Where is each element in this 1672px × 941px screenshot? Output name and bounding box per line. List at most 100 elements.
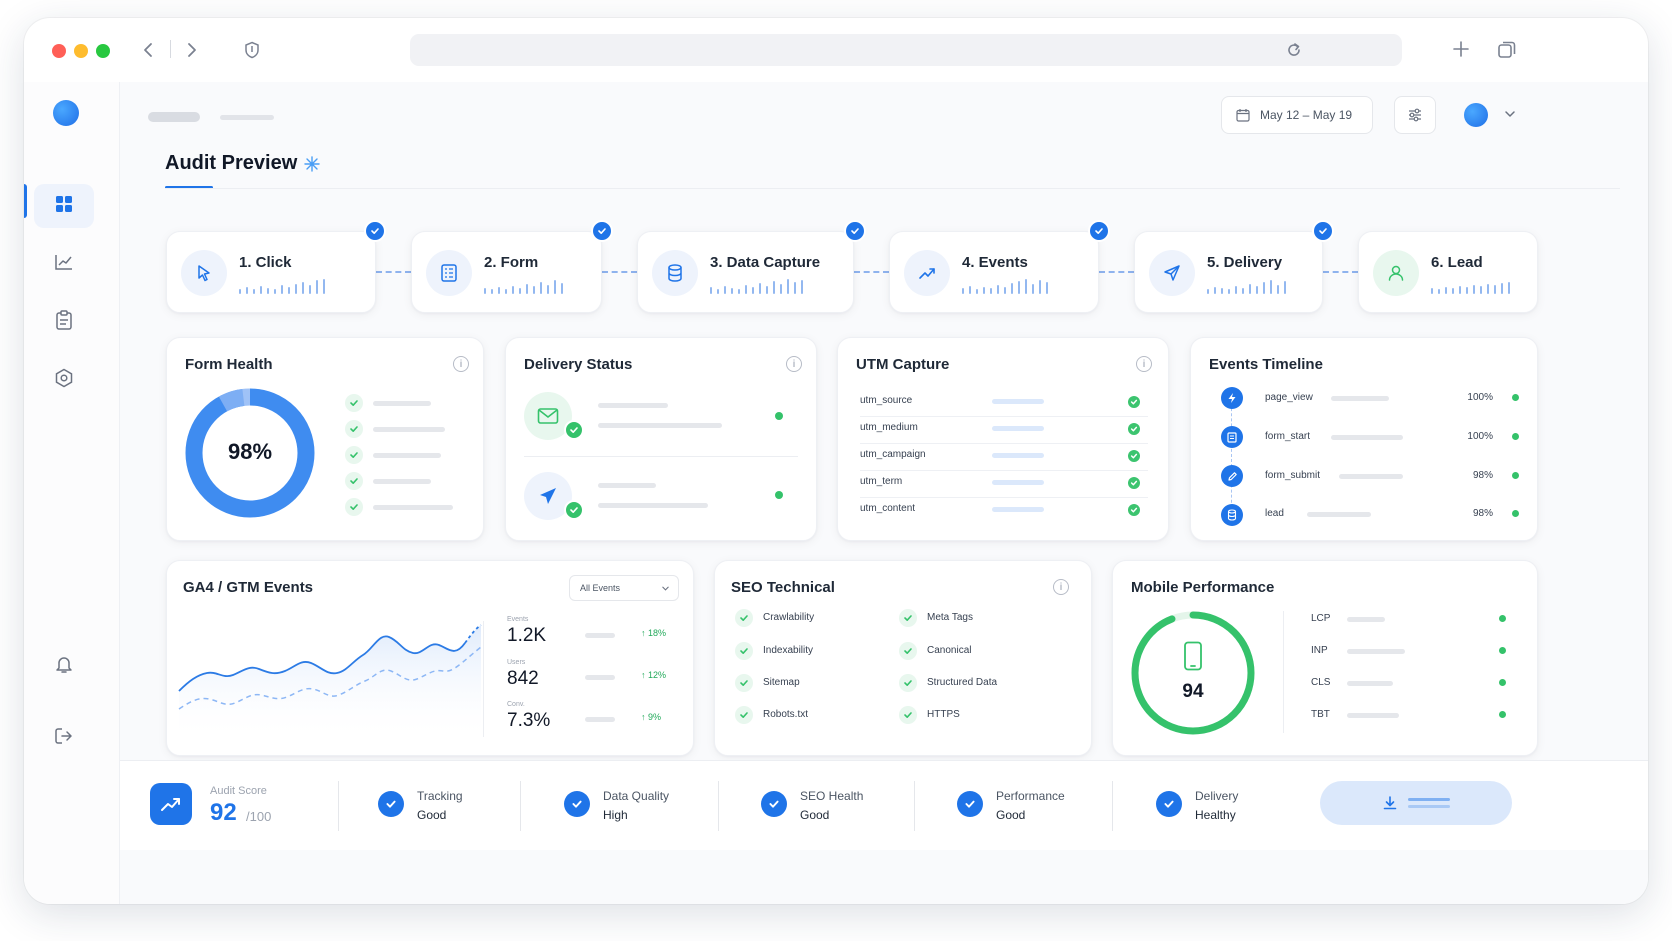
step-card-events[interactable]: 4. Events	[889, 220, 1110, 313]
summary-divider	[1112, 781, 1113, 831]
info-icon[interactable]: i	[453, 356, 469, 372]
event-name: page_view	[1265, 392, 1313, 403]
mobile-performance-card: Mobile Performance 94 LCP INP CLS TBT	[1112, 560, 1538, 756]
close-window-button[interactable]	[52, 44, 66, 58]
minimize-window-button[interactable]	[74, 44, 88, 58]
metric-label: TBT	[1311, 709, 1330, 720]
event-percentage: 98%	[1472, 508, 1493, 519]
mobile-score-value: 94	[1182, 681, 1204, 702]
utm-row: utm_source	[860, 390, 1148, 417]
step-card-form[interactable]: 2. Form	[411, 220, 613, 313]
nav-divider	[170, 40, 171, 58]
sidebar-item-analytics[interactable]	[44, 244, 84, 284]
sidebar-item-reports[interactable]	[44, 302, 84, 342]
sparkle-icon	[304, 156, 320, 172]
metric-label: CLS	[1311, 677, 1331, 688]
stat-bar	[585, 633, 615, 638]
metric-bar	[1347, 713, 1399, 718]
event-percentage: 100%	[1467, 431, 1493, 442]
check-circle-icon	[761, 791, 787, 817]
summary-divider	[338, 781, 339, 831]
phone-icon	[1183, 641, 1203, 671]
utm-row: utm_campaign	[860, 444, 1148, 471]
step-sparkbars	[710, 278, 803, 294]
logout-icon	[54, 727, 74, 750]
sidebar-item-dashboard[interactable]	[34, 184, 94, 228]
audit-summary-bar: Audit Score 92 /100 Tracking Good Data Q…	[120, 760, 1648, 850]
mobile-score-gauge	[1131, 611, 1255, 735]
form-health-value: 98%	[227, 439, 273, 464]
stats-divider	[483, 621, 484, 737]
stat-label: Events	[507, 616, 529, 623]
check-icon	[1128, 477, 1140, 489]
sidebar-item-logout[interactable]	[44, 718, 84, 758]
utm-value-bar	[992, 507, 1044, 512]
info-icon[interactable]: i	[1053, 579, 1069, 595]
date-range-text: May 12 – May 19	[1260, 108, 1353, 122]
events-filter-dropdown[interactable]: All Events	[569, 575, 679, 601]
address-bar[interactable]	[410, 34, 1402, 66]
maximize-window-button[interactable]	[96, 44, 110, 58]
filter-settings-button[interactable]	[1394, 96, 1436, 134]
utm-param-name: utm_term	[860, 476, 903, 487]
download-report-button[interactable]	[1320, 781, 1512, 825]
app-logo	[53, 100, 79, 126]
step-card-delivery[interactable]: 5. Delivery	[1134, 220, 1334, 313]
reload-icon[interactable]	[1282, 38, 1306, 62]
audit-score-label: Audit Score	[210, 785, 267, 797]
check-circle-icon	[957, 791, 983, 817]
date-range-picker[interactable]: May 12 – May 19	[1221, 96, 1373, 134]
new-tab-icon[interactable]	[1448, 36, 1474, 62]
stat-label: Users	[507, 659, 526, 666]
delivery-status-card: Delivery Status i	[505, 337, 817, 541]
active-indicator	[24, 184, 27, 218]
database-icon	[1221, 504, 1243, 526]
summary-value: High	[603, 808, 628, 822]
forward-icon[interactable]	[180, 38, 204, 62]
check-icon	[345, 472, 363, 490]
checklist-line	[373, 401, 431, 406]
step-complete-check-icon	[1312, 220, 1334, 242]
seo-item: Structured Data	[927, 677, 998, 688]
checklist-line	[373, 505, 453, 510]
page-title: Audit Preview	[165, 152, 298, 174]
info-icon[interactable]: i	[786, 356, 802, 372]
card-title: Delivery Status	[524, 356, 633, 373]
form-icon	[1221, 426, 1243, 448]
sidebar-item-settings[interactable]	[44, 360, 84, 400]
utm-param-name: utm_medium	[860, 422, 918, 433]
step-connector	[602, 271, 637, 273]
seo-item: Indexability	[763, 645, 814, 656]
user-avatar[interactable]	[1464, 103, 1488, 127]
seo-item: Canonical	[927, 645, 972, 656]
seo-item: Robots.txt	[763, 709, 809, 720]
check-circle-icon	[1156, 791, 1182, 817]
check-icon	[1128, 396, 1140, 408]
step-card-lead[interactable]: 6. Lead	[1358, 231, 1538, 313]
sidebar-item-notifications[interactable]	[44, 646, 84, 686]
summary-title: Delivery	[1195, 789, 1239, 803]
tabs-overview-icon[interactable]	[1494, 36, 1520, 62]
grid-icon	[55, 195, 73, 218]
info-icon[interactable]: i	[1136, 356, 1152, 372]
card-title: UTM Capture	[856, 356, 950, 373]
back-icon[interactable]	[136, 38, 160, 62]
check-icon	[899, 642, 917, 660]
status-dot	[1499, 647, 1506, 654]
shield-icon[interactable]	[240, 38, 264, 62]
seo-item: Crawlability	[763, 612, 815, 623]
summary-title: SEO Health	[800, 789, 864, 803]
summary-value: Good	[800, 808, 830, 822]
utm-param-name: utm_campaign	[860, 449, 926, 460]
chevron-down-icon[interactable]	[1504, 108, 1516, 120]
chevron-down-icon	[661, 584, 670, 593]
check-icon	[735, 706, 753, 724]
metric-label: LCP	[1311, 613, 1331, 624]
step-card-click[interactable]: 1. Click	[166, 220, 386, 313]
event-percentage: 100%	[1467, 392, 1493, 403]
utm-value-bar	[992, 399, 1044, 404]
calendar-icon	[1236, 108, 1250, 122]
step-card-data-capture[interactable]: 3. Data Capture	[637, 220, 866, 313]
chart-line-icon	[54, 253, 74, 276]
step-label: 6. Lead	[1431, 254, 1483, 271]
